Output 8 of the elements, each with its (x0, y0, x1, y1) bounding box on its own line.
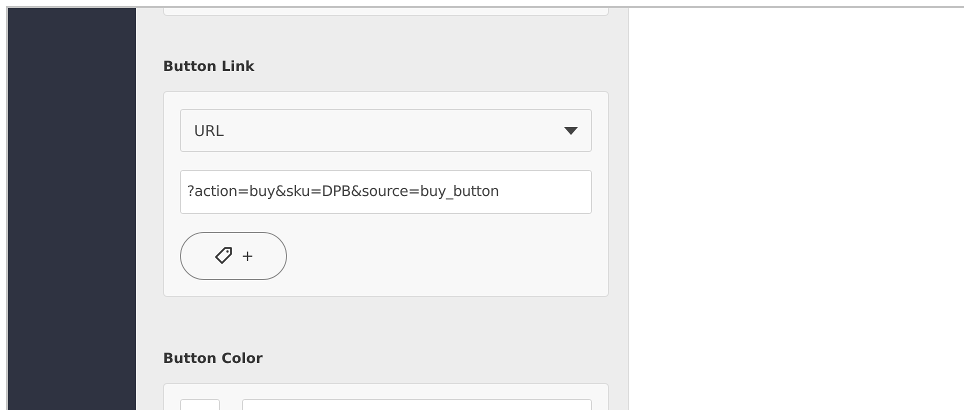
url-input-field[interactable]: ?action=buy&sku=DPB&source=buy_button (180, 170, 592, 214)
add-tag-button[interactable]: + (180, 232, 287, 280)
caret-icon (564, 126, 578, 134)
dropdown-value: URL (194, 122, 224, 140)
section-heading: Button Link (163, 59, 256, 75)
section-heading: Button Color (163, 351, 264, 367)
tag-icon (213, 246, 234, 266)
link-type-dropdown[interactable]: URL (180, 109, 592, 152)
